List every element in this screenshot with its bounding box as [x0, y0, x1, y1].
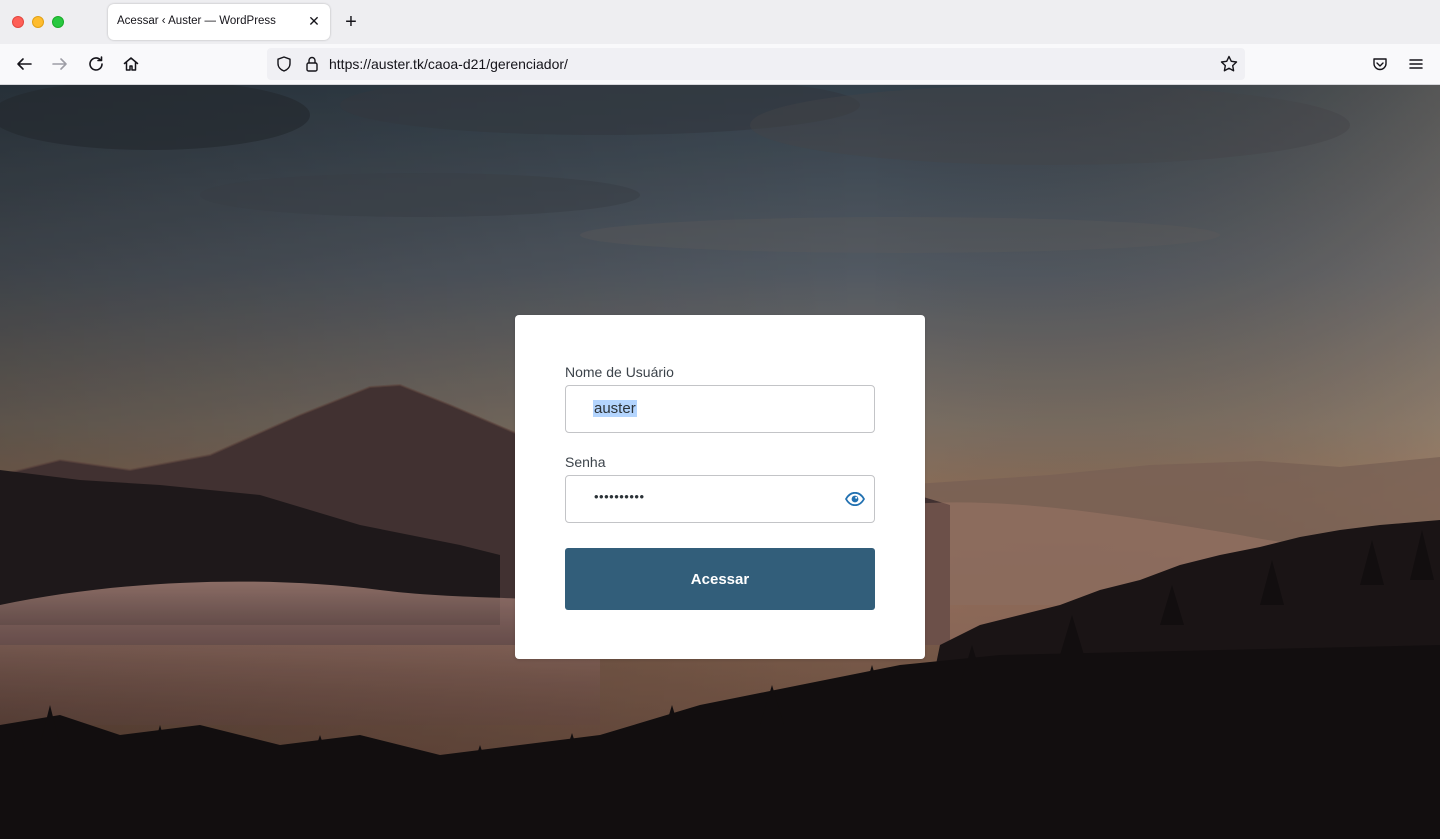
browser-navbar: https://auster.tk/caoa-d21/gerenciador/: [0, 44, 1440, 85]
show-password-eye-icon[interactable]: [844, 488, 866, 510]
forward-icon[interactable]: [48, 52, 72, 76]
browser-tab-active[interactable]: Acessar ‹ Auster — WordPress ✕: [108, 4, 330, 40]
login-form: Nome de Usuário auster Senha •••••••••• …: [515, 315, 925, 659]
address-bar[interactable]: https://auster.tk/caoa-d21/gerenciador/: [267, 48, 1245, 80]
new-tab-button[interactable]: +: [340, 11, 362, 33]
shield-icon[interactable]: [275, 55, 293, 73]
tab-title: Acessar ‹ Auster — WordPress: [117, 15, 276, 27]
star-icon[interactable]: [1219, 54, 1239, 74]
password-label: Senha: [565, 454, 606, 470]
minimize-window-button[interactable]: [32, 16, 44, 28]
username-value: auster: [593, 400, 637, 417]
reload-icon[interactable]: [84, 52, 108, 76]
menu-icon[interactable]: [1404, 52, 1428, 76]
password-value: ••••••••••: [594, 489, 645, 504]
maximize-window-button[interactable]: [52, 16, 64, 28]
url-text[interactable]: https://auster.tk/caoa-d21/gerenciador/: [329, 56, 568, 72]
tab-close-icon[interactable]: ✕: [306, 13, 322, 29]
pocket-icon[interactable]: [1368, 52, 1392, 76]
username-label: Nome de Usuário: [565, 364, 674, 380]
username-input[interactable]: auster: [565, 385, 875, 433]
browser-titlebar: Acessar ‹ Auster — WordPress ✕ +: [0, 0, 1440, 44]
login-submit-button[interactable]: Acessar: [565, 548, 875, 610]
lock-icon[interactable]: [303, 55, 321, 73]
back-icon[interactable]: [12, 52, 36, 76]
page-viewport: Nome de Usuário auster Senha •••••••••• …: [0, 85, 1440, 839]
close-window-button[interactable]: [12, 16, 24, 28]
password-input[interactable]: ••••••••••: [565, 475, 875, 523]
home-icon[interactable]: [119, 52, 143, 76]
